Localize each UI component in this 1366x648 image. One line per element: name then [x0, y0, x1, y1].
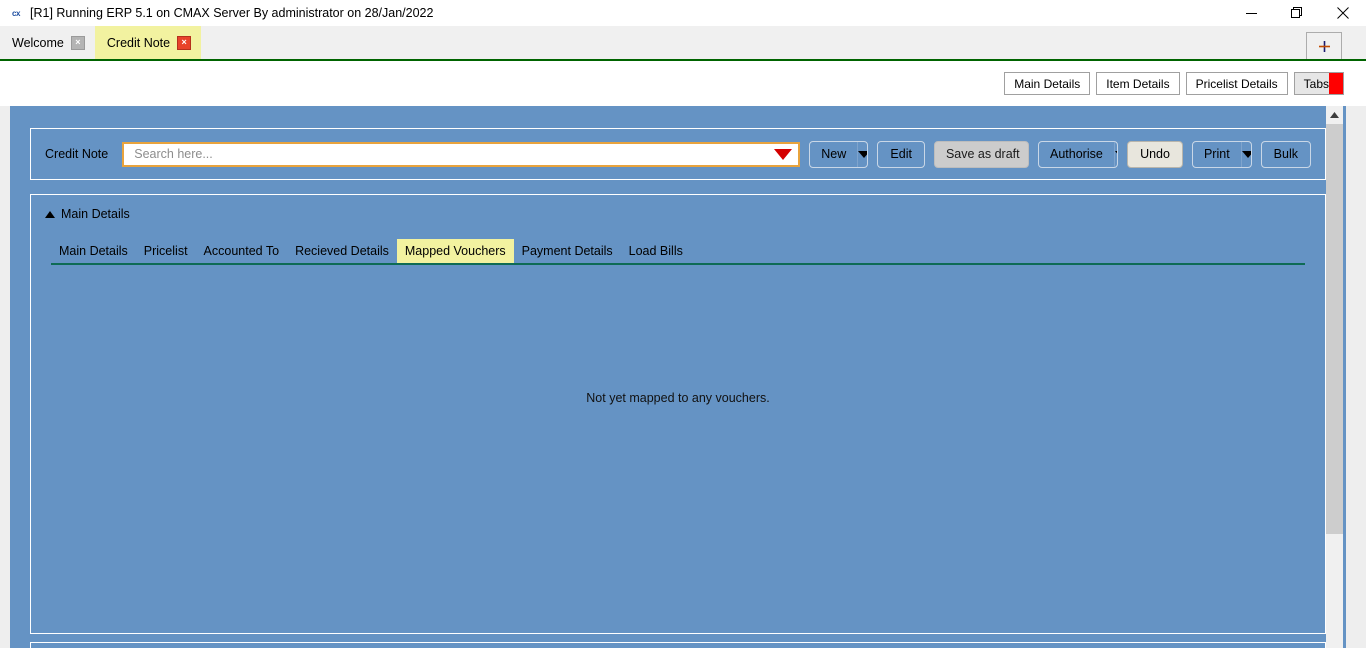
toolbar-button-pricelist-details[interactable]: Pricelist Details: [1185, 72, 1288, 95]
tabs-overflow-marker: [1329, 73, 1343, 94]
main-details-section-header[interactable]: Main Details: [31, 195, 1325, 221]
chevron-down-icon: [1114, 150, 1118, 158]
inner-tab-accounted-to[interactable]: Accounted To: [196, 239, 288, 263]
new-dropdown-arrow[interactable]: [857, 141, 868, 167]
inner-tab-pricelist[interactable]: Pricelist: [136, 239, 196, 263]
new-button[interactable]: New: [809, 140, 869, 168]
minimize-button[interactable]: [1228, 0, 1274, 26]
toolbar-button-tabs[interactable]: Tabs: [1293, 72, 1344, 95]
main-details-section-title: Main Details: [61, 207, 130, 221]
tab-credit-note[interactable]: Credit Note ×: [94, 26, 202, 59]
add-tab-container: [1306, 32, 1342, 59]
add-tab-button[interactable]: [1306, 32, 1342, 59]
document-tabbar: Welcome × Credit Note ×: [0, 26, 1366, 61]
print-button-label: Print: [1203, 147, 1230, 161]
undo-button[interactable]: Undo: [1127, 140, 1183, 168]
print-dropdown-arrow[interactable]: [1240, 141, 1251, 167]
window-controls: [1228, 0, 1366, 26]
app-logo-icon: cx: [12, 8, 20, 18]
empty-state-message: Not yet mapped to any vouchers.: [586, 391, 770, 405]
search-combobox[interactable]: [122, 141, 801, 167]
search-input[interactable]: [132, 146, 769, 162]
secondary-panel: [30, 642, 1326, 648]
form-canvas: Credit Note New Edit Save as draft Autho…: [10, 106, 1346, 648]
inner-tab-payment-details[interactable]: Payment Details: [514, 239, 621, 263]
authorise-dropdown-arrow[interactable]: [1113, 141, 1118, 167]
window-titlebar: cx [R1] Running ERP 5.1 on CMAX Server B…: [0, 0, 1366, 26]
inner-tab-recieved-details[interactable]: Recieved Details: [287, 239, 397, 263]
search-dropdown-icon[interactable]: [774, 148, 793, 160]
inner-tab-mapped-vouchers[interactable]: Mapped Vouchers: [396, 239, 514, 263]
toolbar-button-item-details[interactable]: Item Details: [1096, 72, 1180, 95]
inner-tab-main-details[interactable]: Main Details: [51, 239, 136, 263]
tab-welcome[interactable]: Welcome ×: [0, 26, 95, 59]
new-button-label: New: [821, 147, 847, 161]
close-button[interactable]: [1320, 0, 1366, 26]
edit-button[interactable]: Edit: [877, 140, 925, 168]
tab-label: Welcome: [12, 35, 64, 50]
workspace: Credit Note New Edit Save as draft Autho…: [0, 106, 1366, 648]
document-tabs: Welcome × Credit Note ×: [0, 26, 202, 59]
scroll-up-button[interactable]: [1326, 106, 1343, 123]
print-button[interactable]: Print: [1191, 140, 1252, 168]
vertical-scrollbar[interactable]: [1326, 106, 1343, 648]
toolbar-button-tabs-label: Tabs: [1303, 76, 1329, 91]
save-as-draft-button[interactable]: Save as draft: [933, 140, 1029, 168]
authorise-button[interactable]: Authorise: [1037, 140, 1119, 168]
window-title: [R1] Running ERP 5.1 on CMAX Server By a…: [30, 6, 434, 20]
restore-button[interactable]: [1274, 0, 1320, 26]
toolbar-button-main-details[interactable]: Main Details: [1004, 72, 1091, 95]
tab-close-icon[interactable]: ×: [70, 35, 85, 50]
scrollbar-thumb[interactable]: [1326, 124, 1343, 534]
main-details-panel: Main Details Main Details Pricelist Acco…: [30, 194, 1326, 634]
main-details-tabstrip: Main Details Pricelist Accounted To Reci…: [51, 239, 1305, 265]
caret-up-icon: [45, 210, 55, 218]
entity-label: Credit Note: [45, 147, 109, 161]
save-as-draft-label: Save as draft: [945, 147, 1020, 161]
authorise-button-label: Authorise: [1049, 147, 1103, 161]
caret-up-icon: [1330, 111, 1339, 118]
tab-close-icon[interactable]: ×: [177, 35, 192, 50]
command-panel: Credit Note New Edit Save as draft Autho…: [30, 128, 1326, 180]
inner-tab-load-bills[interactable]: Load Bills: [621, 239, 691, 263]
plus-icon: [1318, 40, 1330, 52]
view-toolbar: Main Details Item Details Pricelist Deta…: [0, 61, 1366, 106]
tab-label: Credit Note: [106, 35, 171, 50]
bulk-button[interactable]: Bulk: [1260, 140, 1311, 168]
chevron-down-icon: [858, 150, 868, 158]
chevron-down-icon: [1241, 150, 1251, 158]
